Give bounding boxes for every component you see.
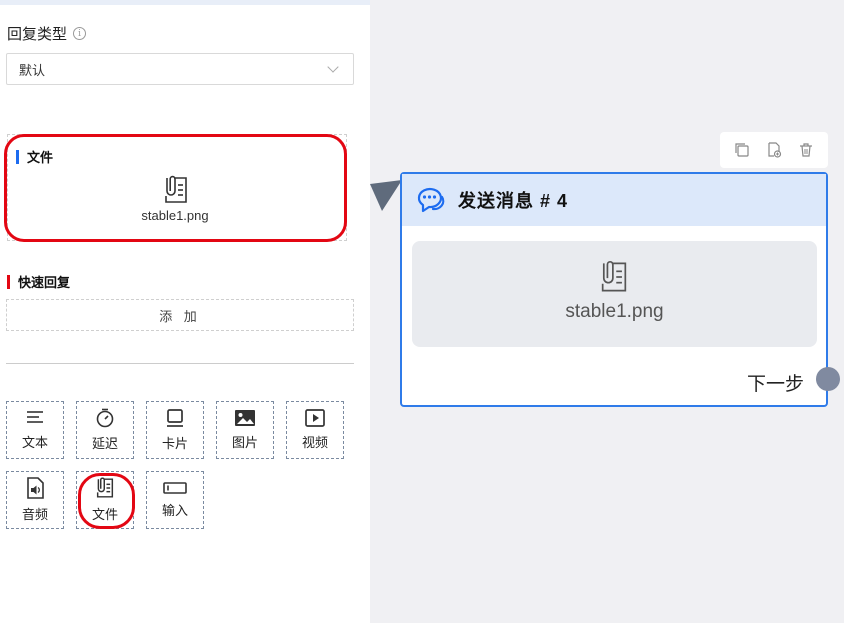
image-icon xyxy=(235,410,255,426)
card-icon xyxy=(167,409,183,427)
tool-file[interactable]: 文件 xyxy=(76,471,134,529)
node-file-name: stable1.png xyxy=(565,301,664,322)
node-file-preview[interactable]: stable1.png xyxy=(412,241,817,347)
file-section-label: 文件 xyxy=(27,150,54,165)
tool-label: 文本 xyxy=(21,435,48,450)
node-title: 发送消息 # 4 xyxy=(458,191,569,211)
duplicate-icon[interactable] xyxy=(766,142,782,158)
tool-label: 音频 xyxy=(21,507,48,522)
input-icon xyxy=(163,482,187,494)
tool-video[interactable]: 视频 xyxy=(286,401,344,459)
quick-reply-title: 快速回复 xyxy=(7,272,70,291)
title-accent-bar xyxy=(16,149,19,164)
tool-label: 输入 xyxy=(161,503,188,518)
file-name: stable1.png xyxy=(141,208,209,223)
title-accent-bar xyxy=(7,274,10,289)
audio-icon xyxy=(27,477,44,499)
chat-bubble-icon xyxy=(417,187,445,213)
next-step-port[interactable] xyxy=(816,367,840,391)
node-toolbar xyxy=(720,132,828,168)
add-quick-reply-button[interactable]: 添 加 xyxy=(6,299,354,331)
next-step-label: 下一步 xyxy=(746,374,804,395)
file-clip-icon xyxy=(601,261,627,292)
file-section-title: 文件 xyxy=(16,147,53,166)
file-clip-icon xyxy=(96,477,114,498)
properties-panel: 回复类型 i 默认 文件 stable1.png 快速回复 添 加 文本 延迟 … xyxy=(0,0,370,623)
info-icon[interactable]: i xyxy=(73,27,87,40)
tool-delay[interactable]: 延迟 xyxy=(76,401,134,459)
tool-image[interactable]: 图片 xyxy=(216,401,274,459)
text-icon xyxy=(27,411,43,423)
tool-text[interactable]: 文本 xyxy=(6,401,64,459)
tool-label: 卡片 xyxy=(161,436,188,451)
reply-type-select[interactable]: 默认 xyxy=(6,53,354,85)
tool-audio[interactable]: 音频 xyxy=(6,471,64,529)
reply-type-value: 默认 xyxy=(19,62,46,78)
node-header[interactable]: 发送消息 # 4 xyxy=(402,174,826,226)
copy-icon[interactable] xyxy=(734,142,750,158)
tool-card[interactable]: 卡片 xyxy=(146,401,204,459)
tool-input[interactable]: 输入 xyxy=(146,471,204,529)
timer-icon xyxy=(96,408,114,428)
tool-label: 视频 xyxy=(301,435,328,450)
chevron-down-icon xyxy=(327,61,339,73)
tool-label: 图片 xyxy=(231,435,258,450)
connector-arrow xyxy=(370,180,402,211)
quick-reply-label: 快速回复 xyxy=(18,275,71,290)
delete-icon[interactable] xyxy=(798,142,814,158)
tool-label: 延迟 xyxy=(91,436,118,451)
reply-type-text: 回复类型 xyxy=(7,26,68,43)
video-icon xyxy=(305,409,325,427)
send-message-node[interactable]: 发送消息 # 4 stable1.png 下一步 xyxy=(400,172,828,407)
divider xyxy=(6,363,354,364)
tool-label: 文件 xyxy=(91,507,118,522)
reply-type-label: 回复类型 i xyxy=(7,23,87,44)
panel-top-strip xyxy=(0,0,370,5)
file-clip-icon xyxy=(165,175,187,203)
